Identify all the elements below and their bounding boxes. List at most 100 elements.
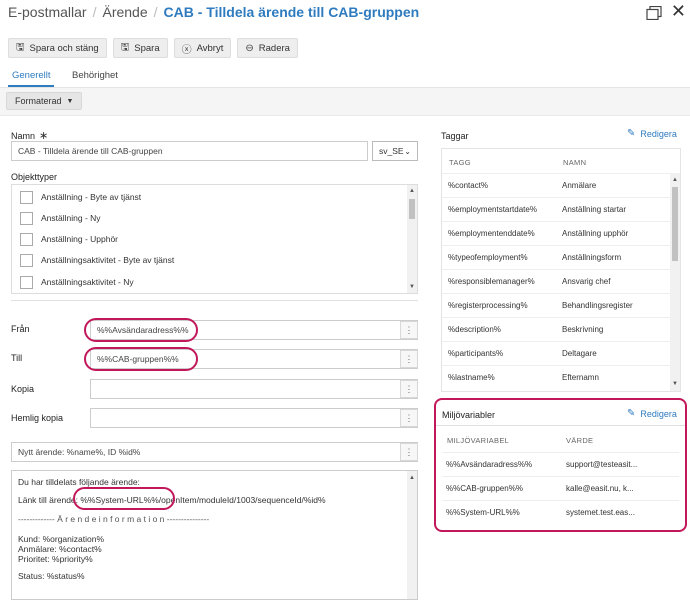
checkbox[interactable] [20, 253, 33, 267]
language-select[interactable]: sv_SE ⌄ [372, 141, 418, 161]
table-row[interactable]: %%System-URL%% systemet.test.eas... [442, 500, 679, 524]
tab-bar: Generellt Behörighet [0, 66, 690, 88]
scrollbar[interactable]: ▲ ▼ [670, 173, 680, 391]
table-row[interactable]: %lastname% Efternamn [442, 365, 670, 389]
bcc-options-button[interactable]: ⋮ [400, 409, 418, 427]
toolbar: 🖫 Spara och stäng 🖫 Spara ⓧ Avbryt ⊖ Rad… [8, 38, 298, 58]
tags-title: Taggar [441, 131, 469, 141]
format-label: Formaterad [15, 96, 62, 106]
table-row[interactable]: %responsiblemanager% Ansvarig chef [442, 269, 670, 293]
circle-minus-icon: ⊖ [245, 42, 254, 54]
tab-permissions[interactable]: Behörighet [72, 70, 118, 81]
scrollbar-thumb[interactable] [409, 199, 415, 219]
body-text: Anmälare: %contact% [18, 544, 102, 554]
col-variable-header: MILJÖVARIABEL [447, 436, 510, 445]
window-restore-icon[interactable] [646, 6, 662, 20]
cc-label: Kopia [11, 384, 35, 394]
objecttypes-label: Objekttyper [11, 172, 58, 182]
highlight-oval [84, 318, 198, 342]
scroll-up-icon[interactable]: ▲ [409, 188, 415, 194]
scroll-down-icon[interactable]: ▼ [409, 284, 415, 290]
bcc-input[interactable] [90, 408, 418, 428]
save-button[interactable]: 🖫 Spara [112, 38, 168, 58]
env-variables-panel: Miljövariabler ✎ Redigera MILJÖVARIABEL … [434, 398, 687, 532]
breadcrumb-case[interactable]: Ärende [102, 4, 147, 20]
body-text: Status: %status% [18, 571, 85, 581]
pencil-icon: ✎ [627, 408, 636, 419]
table-row[interactable]: %%Avsändaradress%% support@testeasit... [442, 452, 679, 476]
caret-down-icon: ▼ [66, 97, 74, 105]
from-options-button[interactable]: ⋮ [400, 321, 418, 339]
checkbox[interactable] [20, 232, 33, 246]
list-item[interactable]: Anställningsaktivitet - Byte av tjänst [12, 249, 408, 271]
floppy-icon: 🖫 [16, 41, 25, 53]
circle-x-icon: ⓧ [181, 44, 192, 56]
scrollbar[interactable]: ▲ ▼ [407, 185, 417, 293]
col-value-header: VÄRDE [566, 436, 594, 445]
table-row[interactable]: %participants% Deltagare [442, 341, 670, 365]
objecttypes-list: Anställning - Byte av tjänst Anställning… [11, 184, 418, 294]
delete-button[interactable]: ⊖ Radera [237, 38, 298, 58]
cc-options-button[interactable]: ⋮ [400, 380, 418, 398]
body-text: Prioritet: %priority% [18, 554, 93, 564]
scroll-up-icon[interactable]: ▲ [409, 475, 415, 481]
checkbox[interactable] [20, 211, 33, 225]
subject-options-button[interactable]: ⋮ [400, 443, 418, 461]
body-text: Kund: %organization% [18, 534, 105, 544]
table-row[interactable]: %registerprocessing% Behandlingsregister [442, 293, 670, 317]
highlight-oval [84, 347, 198, 371]
breadcrumb: E-postmallar / Ärende / CAB - Tilldela ärend… [8, 4, 420, 20]
table-row[interactable]: %typeofemployment% Anställningsform [442, 245, 670, 269]
tags-edit-link[interactable]: ✎ Redigera [627, 128, 677, 139]
tab-general[interactable]: Generellt [12, 70, 51, 81]
chevron-down-icon: ⌄ [404, 146, 411, 156]
format-bar: Formaterad ▼ [0, 88, 690, 116]
divider [11, 300, 418, 301]
cancel-label: Avbryt [196, 42, 224, 54]
env-edit-link[interactable]: ✎ Redigera [627, 408, 677, 419]
cc-input[interactable] [90, 379, 418, 399]
body-editor[interactable]: Du har tilldelats följande ärende: Länk … [11, 470, 418, 600]
table-row[interactable]: %employmentstartdate% Anställning startar [442, 197, 670, 221]
list-item[interactable]: Anställning - Byte av tjänst [12, 186, 408, 208]
body-text: Du har tilldelats följande ärende: [18, 477, 140, 487]
save-and-close-button[interactable]: 🖫 Spara och stäng [8, 38, 107, 58]
language-value: sv_SE [379, 146, 404, 156]
to-label: Till [11, 353, 23, 363]
table-row[interactable]: %description% Beskrivning [442, 317, 670, 341]
subject-input[interactable]: Nytt ärende: %name%, ID %id% [11, 442, 418, 462]
pencil-icon: ✎ [627, 128, 636, 139]
col-tag-header: TAGG [449, 158, 471, 167]
list-item[interactable]: Anställningsaktivitet - Ny [12, 271, 408, 293]
scrollbar[interactable]: ▲ [407, 471, 417, 599]
scroll-down-icon[interactable]: ▼ [672, 381, 678, 387]
delete-label: Radera [258, 42, 290, 54]
scrollbar-thumb[interactable] [672, 187, 678, 261]
table-row[interactable]: %employmentenddate% Anställning upphör [442, 221, 670, 245]
list-item[interactable]: Anställning - Upphör [12, 228, 408, 250]
highlight-oval [73, 487, 175, 510]
table-row[interactable]: %contact% Anmälare [442, 173, 670, 197]
tags-table: TAGG NAMN %contact% Anmälare %employments… [441, 148, 681, 392]
checkbox[interactable] [20, 190, 33, 204]
save-label: Spara [134, 42, 160, 54]
close-icon[interactable]: ✕ [671, 2, 686, 20]
floppy-icon: 🖫 [120, 41, 130, 53]
breadcrumb-email-templates[interactable]: E-postmallar [8, 4, 87, 20]
table-row[interactable]: %%CAB-gruppen%% kalle@easit.nu, k... [442, 476, 679, 500]
format-dropdown[interactable]: Formaterad ▼ [6, 92, 83, 110]
active-tab-indicator [8, 85, 54, 87]
bcc-label: Hemlig kopia [11, 413, 64, 423]
name-input[interactable]: CAB - Tilldela ärende till CAB-gruppen [11, 141, 368, 161]
scroll-up-icon[interactable]: ▲ [672, 177, 678, 183]
checkbox[interactable] [20, 275, 33, 289]
save-and-close-label: Spara och stäng [29, 42, 99, 54]
list-item[interactable]: Anställning - Ny [12, 207, 408, 229]
from-label: Från [11, 324, 30, 334]
env-title: Miljövariabler [442, 410, 496, 420]
divider [436, 425, 685, 426]
to-options-button[interactable]: ⋮ [400, 350, 418, 368]
page-title: CAB - Tilldela ärende till CAB-gruppen [163, 4, 420, 20]
cancel-button[interactable]: ⓧ Avbryt [173, 38, 232, 58]
col-name-header: NAMN [563, 158, 587, 167]
